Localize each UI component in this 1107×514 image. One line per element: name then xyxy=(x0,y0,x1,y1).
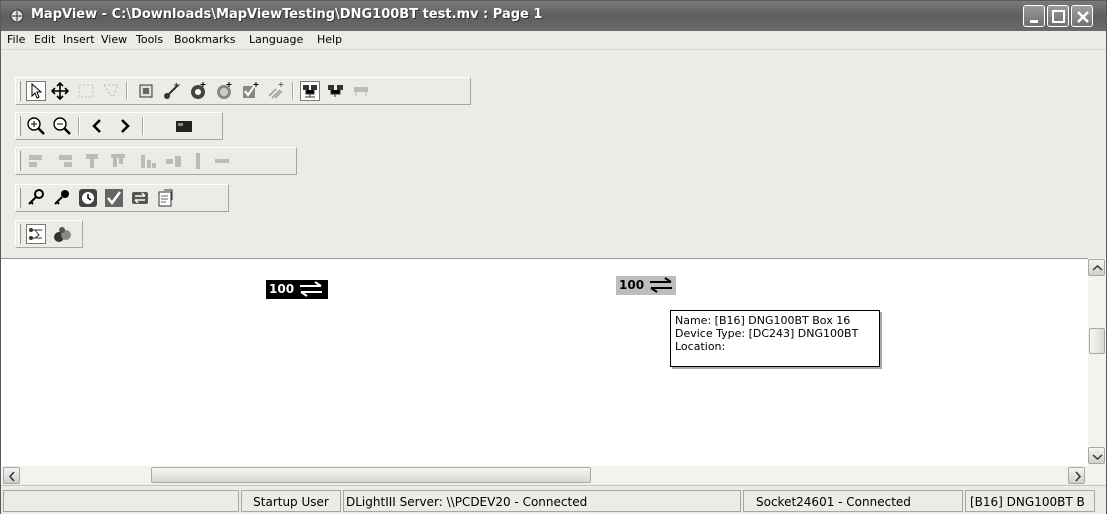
mapview-app-icon[interactable] xyxy=(9,8,25,24)
toolbar-grip[interactable] xyxy=(18,116,21,136)
scroll-right-button[interactable] xyxy=(1068,467,1085,484)
maximize-icon xyxy=(1052,10,1065,23)
add-device-icon[interactable] xyxy=(188,81,208,101)
toolbar-separator xyxy=(142,117,144,135)
add-sparkle-icon[interactable] xyxy=(266,81,286,101)
menu-help[interactable]: Help xyxy=(317,33,342,46)
toolbar-settings xyxy=(15,184,229,212)
device-node[interactable]: 100 xyxy=(616,276,676,295)
clock-icon[interactable] xyxy=(78,188,98,208)
menu-file[interactable]: File xyxy=(7,33,25,46)
device-label: 100 xyxy=(619,278,645,292)
tooltip-device-type: Device Type: [DC243] DNG100BT xyxy=(675,327,859,340)
horizontal-scrollbar[interactable] xyxy=(1,466,1106,484)
back-icon[interactable] xyxy=(88,116,108,136)
checkmark-icon[interactable] xyxy=(104,188,124,208)
vertical-scroll-thumb[interactable] xyxy=(1089,328,1105,354)
resize-icon[interactable] xyxy=(188,151,208,171)
connect-icon[interactable] xyxy=(212,151,232,171)
horizontal-scroll-thumb[interactable] xyxy=(151,467,591,483)
maximize-button[interactable] xyxy=(1047,5,1069,27)
status-blank xyxy=(3,490,239,512)
status-socket: Socket24601 - Connected xyxy=(743,490,963,512)
align-right-icon[interactable] xyxy=(56,151,76,171)
chevron-down-icon xyxy=(1092,454,1103,461)
menu-edit[interactable]: Edit xyxy=(34,33,55,46)
align-left-icon[interactable] xyxy=(26,151,46,171)
network-view-icon[interactable] xyxy=(300,81,320,101)
bidirectional-arrows-icon xyxy=(300,281,322,297)
add-check-icon[interactable] xyxy=(240,81,260,101)
close-icon xyxy=(1077,11,1089,23)
objects-view-icon[interactable] xyxy=(52,224,72,244)
device-icon[interactable] xyxy=(136,81,156,101)
title-bar[interactable]: MapView - C:\Downloads\MapViewTesting\DN… xyxy=(1,1,1106,31)
window-title: MapView - C:\Downloads\MapViewTesting\DN… xyxy=(31,7,543,22)
bidirectional-arrows-icon xyxy=(650,277,672,293)
toolbar-separator xyxy=(126,82,128,100)
fullscreen-icon[interactable] xyxy=(174,116,194,136)
toolbar-separator xyxy=(78,117,80,135)
zoom-out-icon[interactable] xyxy=(52,116,72,136)
device-tooltip: Name: [B16] DNG100BT Box 16 Device Type:… xyxy=(670,310,880,367)
lasso-select-icon[interactable] xyxy=(101,81,121,101)
rect-select-icon[interactable] xyxy=(76,81,96,101)
switch-icon[interactable] xyxy=(130,188,150,208)
distribute-v-icon[interactable] xyxy=(164,151,184,171)
toolbar-align xyxy=(15,147,297,175)
status-selection: [B16] DNG100BT B xyxy=(965,490,1095,512)
zoom-in-icon[interactable] xyxy=(26,116,46,136)
chevron-up-icon xyxy=(1092,264,1103,271)
tooltip-name: Name: [B16] DNG100BT Box 16 xyxy=(675,314,851,327)
align-top-icon[interactable] xyxy=(82,151,102,171)
pointer-icon[interactable] xyxy=(26,81,46,101)
forward-icon[interactable] xyxy=(114,116,134,136)
menu-insert[interactable]: Insert xyxy=(63,33,95,46)
align-bottom-icon[interactable] xyxy=(108,151,128,171)
toolbar-navigation xyxy=(15,112,223,140)
pan-icon[interactable] xyxy=(50,81,70,101)
properties-icon[interactable] xyxy=(156,188,176,208)
toolbar-separator xyxy=(292,82,294,100)
menu-language[interactable]: Language xyxy=(249,33,303,46)
close-button[interactable] xyxy=(1071,5,1093,27)
menu-bar: File Edit Insert View Tools Bookmarks La… xyxy=(1,31,1106,50)
map-canvas[interactable]: 100 100 xyxy=(1,258,1088,466)
add-group-icon[interactable] xyxy=(214,81,234,101)
menu-view[interactable]: View xyxy=(101,33,127,46)
network-disabled-icon[interactable] xyxy=(352,81,372,101)
status-user: Startup User xyxy=(241,490,341,512)
toolbar-grip[interactable] xyxy=(18,151,21,171)
distribute-h-icon[interactable] xyxy=(138,151,158,171)
scroll-down-button[interactable] xyxy=(1088,447,1105,464)
vertical-scrollbar[interactable] xyxy=(1088,258,1106,466)
scroll-up-button[interactable] xyxy=(1088,259,1105,276)
toolbar-grip[interactable] xyxy=(18,224,21,244)
minimize-button[interactable] xyxy=(1023,5,1045,27)
key-alt-icon[interactable] xyxy=(52,188,72,208)
chevron-right-icon xyxy=(1075,471,1082,482)
mapview-window: MapView - C:\Downloads\MapViewTesting\DN… xyxy=(0,0,1107,514)
toolbar-grip[interactable] xyxy=(18,188,21,208)
device-node-selected[interactable]: 100 xyxy=(266,280,328,299)
toolbar-view-mode xyxy=(15,220,83,248)
menu-bookmarks[interactable]: Bookmarks xyxy=(174,33,235,46)
chevron-left-icon xyxy=(8,471,15,482)
minimize-icon xyxy=(1030,20,1038,23)
network-alt-icon[interactable] xyxy=(326,81,346,101)
status-bar: Startup User DLightIII Server: \\PCDEV20… xyxy=(1,485,1106,514)
device-label: 100 xyxy=(269,282,295,296)
toolbar-grip[interactable] xyxy=(18,81,21,101)
status-server: DLightIII Server: \\PCDEV20 - Connected xyxy=(343,490,741,512)
link-icon[interactable] xyxy=(162,81,182,101)
key-icon[interactable] xyxy=(26,188,46,208)
menu-tools[interactable]: Tools xyxy=(136,33,163,46)
tooltip-location: Location: xyxy=(675,340,726,353)
tree-view-icon[interactable] xyxy=(26,224,46,244)
scroll-left-button[interactable] xyxy=(3,467,20,484)
toolbar-edit xyxy=(15,77,471,105)
